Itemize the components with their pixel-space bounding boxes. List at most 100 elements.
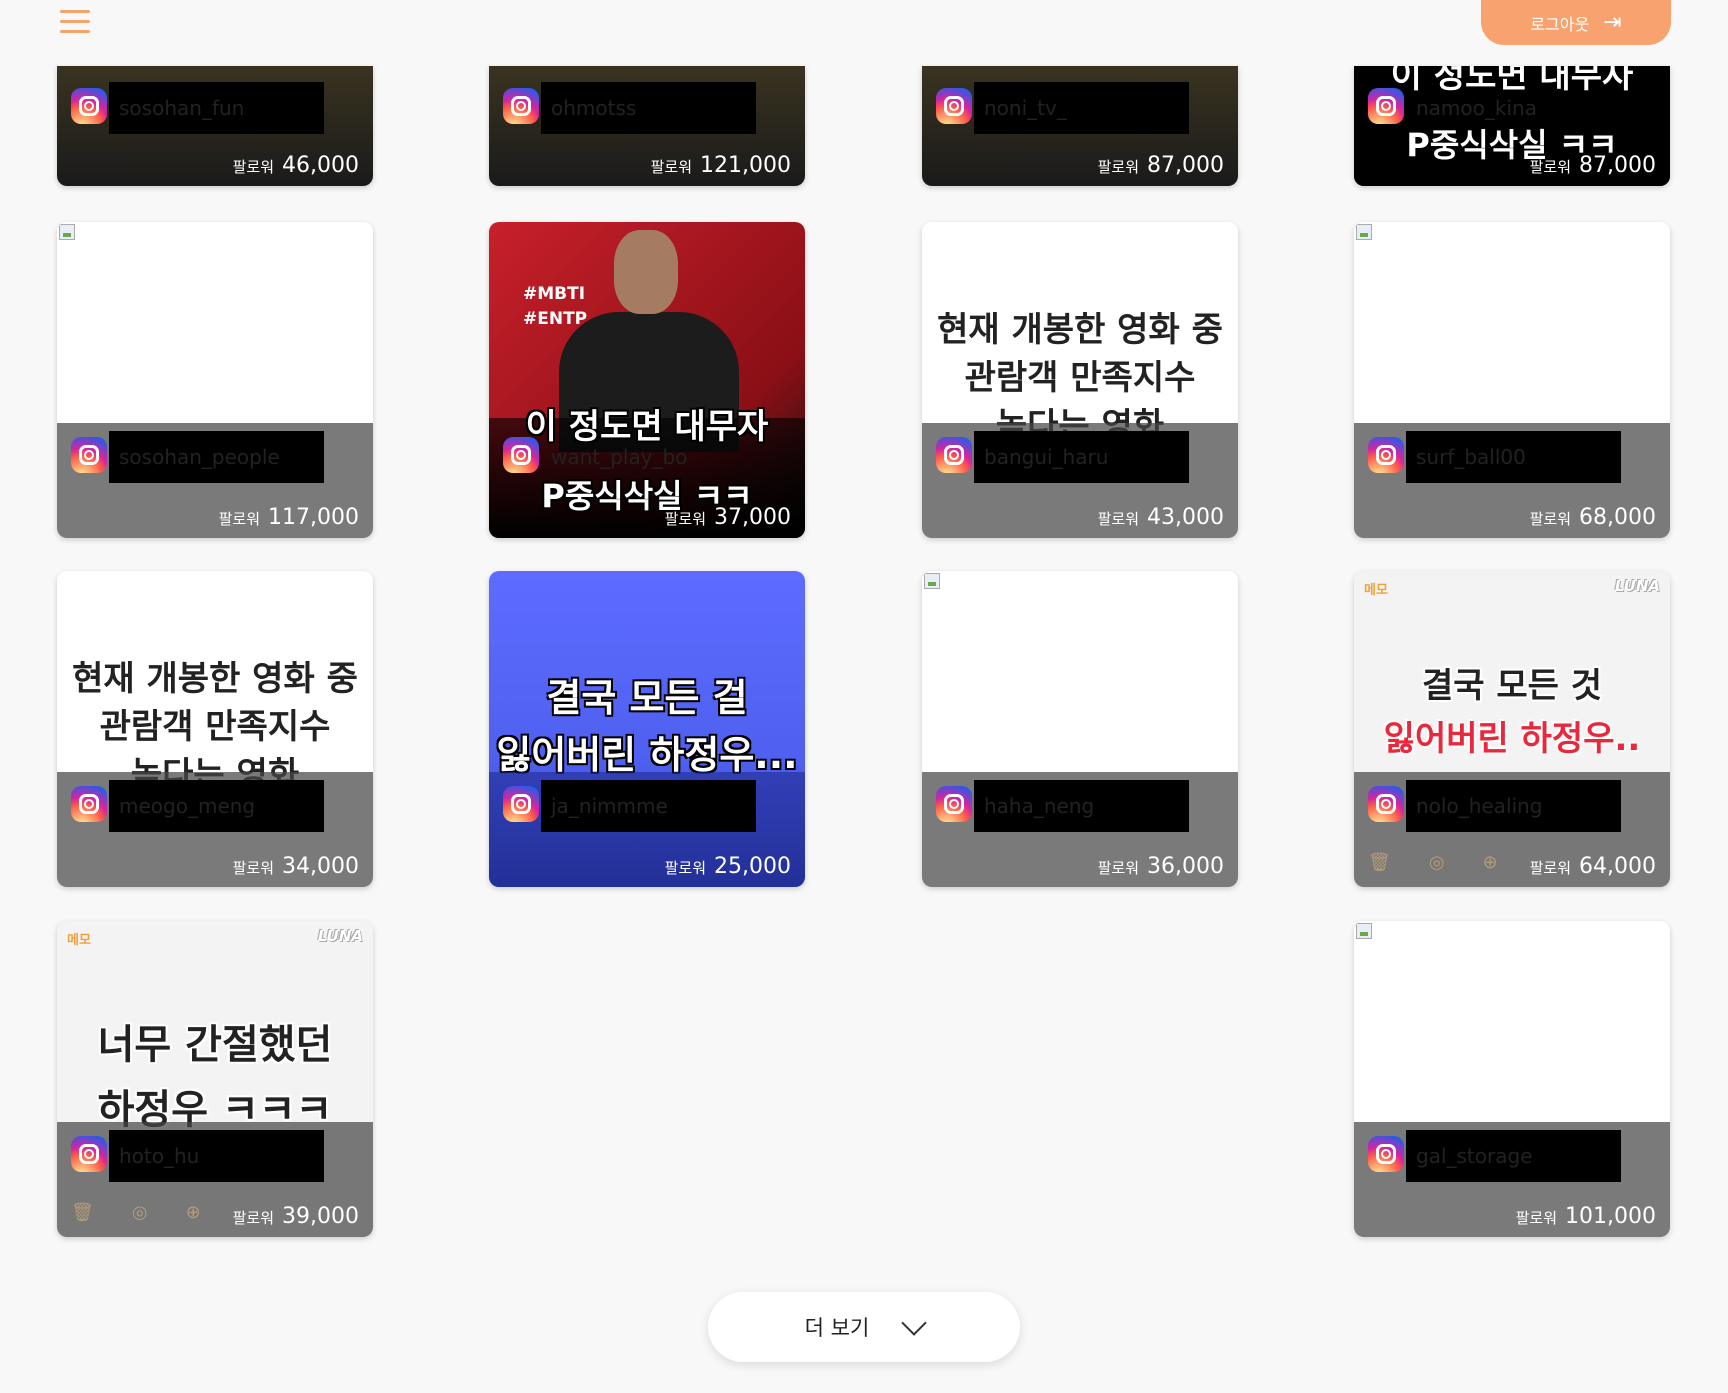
poster-text: 결국 모든 것: [1421, 666, 1603, 706]
poster-text: 너무 간절했던: [97, 1022, 333, 1068]
card-overlay: gal_storage 팔로워 101,000: [1354, 1122, 1670, 1237]
card-overlay: namoo_kina 팔로워 87,000: [1354, 66, 1670, 186]
card-username[interactable]: ohmotss: [541, 82, 756, 134]
follower-count: 팔로워 43,000: [1097, 505, 1224, 530]
instagram-icon: [936, 437, 972, 473]
follower-count: 팔로워 34,000: [232, 854, 359, 879]
card-overlay: haha_neng 팔로워 36,000: [922, 772, 1238, 887]
card-username[interactable]: ja_nimmme: [541, 780, 756, 832]
card-overlay: sosohan_people 팔로워 117,000: [57, 423, 373, 538]
follower-count: 팔로워 37,000: [664, 505, 791, 530]
broken-image-icon: [59, 224, 75, 240]
card-overlay: sosohan_fun 팔로워 46,000: [57, 66, 373, 186]
influencer-card[interactable]: 메모 LUNA 결국 모든 것 잃어버린 하정우.. nolo_healing …: [1354, 571, 1670, 887]
poster-tag: #MBTI: [523, 284, 586, 304]
card-username[interactable]: nolo_healing: [1406, 780, 1621, 832]
influencer-card[interactable]: sosohan_people 팔로워 117,000: [57, 222, 373, 538]
card-username[interactable]: meogo_meng: [109, 780, 324, 832]
follower-count: 팔로워 46,000: [232, 153, 359, 178]
poster-text: 현재 개봉한 영화 중: [937, 310, 1223, 350]
influencer-card[interactable]: 결국 모든 걸 잃어버린 하정우... ja_nimmme 팔로워 25,000: [489, 571, 805, 887]
instagram-icon: [71, 786, 107, 822]
influencer-card[interactable]: 현재 개봉한 영화 중 관람객 만족지수 높다는 영화 meogo_meng 팔…: [57, 571, 373, 887]
card-overlay: surf_ball00 팔로워 68,000: [1354, 423, 1670, 538]
follower-count: 팔로워 39,000: [232, 1204, 359, 1229]
broken-image-icon: [1356, 224, 1372, 240]
instagram-icon: [71, 437, 107, 473]
instagram-icon: [71, 1136, 107, 1172]
add-circle-icon[interactable]: ⊕: [1483, 852, 1498, 873]
card-username[interactable]: gal_storage: [1406, 1130, 1621, 1182]
trash-icon[interactable]: 🗑: [71, 1202, 94, 1223]
follower-count: 팔로워 25,000: [664, 854, 791, 879]
instagram-icon: [1368, 1136, 1404, 1172]
instagram-icon: [71, 88, 107, 124]
card-overlay: ohmotss 팔로워 121,000: [489, 66, 805, 186]
card-username[interactable]: noni_tv_: [974, 82, 1189, 134]
instagram-icon: [503, 88, 539, 124]
card-username[interactable]: sosohan_fun: [109, 82, 324, 134]
influencer-card[interactable]: ohmotss 팔로워 121,000: [489, 66, 805, 186]
card-tools: 🗑 ◎ ⊕: [1368, 852, 1498, 873]
follower-count: 팔로워 87,000: [1529, 153, 1656, 178]
poster-text: 현재 개봉한 영화 중: [72, 659, 358, 699]
luna-logo: LUNA: [317, 927, 363, 945]
add-circle-icon[interactable]: ⊕: [186, 1202, 201, 1223]
follower-count: 팔로워 87,000: [1097, 153, 1224, 178]
card-overlay: hoto_hu 🗑 ◎ ⊕ 팔로워 39,000: [57, 1122, 373, 1237]
card-overlay: bangui_haru 팔로워 43,000: [922, 423, 1238, 538]
influencer-card[interactable]: surf_ball00 팔로워 68,000: [1354, 222, 1670, 538]
broken-image-icon: [1356, 923, 1372, 939]
poster-text: 관람객 만족지수: [964, 358, 1196, 398]
influencer-grid: sosohan_fun 팔로워 46,000 ohmotss 팔로워 121,000…: [0, 0, 1728, 1393]
poster-text: 결국 모든 걸: [546, 676, 748, 720]
influencer-card[interactable]: 이 정도면 대무자 P중식삭실 ㅋㅋ namoo_kina 팔로워 87,000: [1354, 66, 1670, 186]
poster-text: 관람객 만족지수: [99, 707, 331, 747]
card-overlay: want_play_bo 팔로워 37,000: [489, 423, 805, 538]
poster-tag: #ENTP: [523, 309, 588, 329]
card-username[interactable]: bangui_haru: [974, 431, 1189, 483]
influencer-card[interactable]: 메모 LUNA 너무 간절했던 하정우 ㅋㅋㅋ hoto_hu 🗑 ◎ ⊕ 팔로…: [57, 921, 373, 1237]
card-username[interactable]: sosohan_people: [109, 431, 324, 483]
card-username[interactable]: surf_ball00: [1406, 431, 1621, 483]
instagram-icon: [936, 786, 972, 822]
load-more-button[interactable]: 더 보기: [708, 1292, 1020, 1362]
load-more-label: 더 보기: [804, 1316, 870, 1340]
memo-tag: 메모: [67, 933, 91, 948]
poster-text: 잃어버린 하정우..: [1383, 719, 1641, 759]
card-overlay: meogo_meng 팔로워 34,000: [57, 772, 373, 887]
card-username[interactable]: haha_neng: [974, 780, 1189, 832]
check-circle-icon[interactable]: ◎: [132, 1202, 148, 1223]
check-circle-icon[interactable]: ◎: [1429, 852, 1445, 873]
luna-logo: LUNA: [1614, 577, 1660, 595]
influencer-card[interactable]: haha_neng 팔로워 36,000: [922, 571, 1238, 887]
follower-count: 팔로워 121,000: [650, 153, 791, 178]
card-overlay: ja_nimmme 팔로워 25,000: [489, 772, 805, 887]
card-tools: 🗑 ◎ ⊕: [71, 1202, 201, 1223]
influencer-card[interactable]: sosohan_fun 팔로워 46,000: [57, 66, 373, 186]
broken-image-icon: [924, 573, 940, 589]
follower-count: 팔로워 68,000: [1529, 505, 1656, 530]
chevron-down-icon: [901, 1310, 928, 1336]
card-username[interactable]: namoo_kina: [1406, 82, 1621, 134]
follower-count: 팔로워 101,000: [1515, 1204, 1656, 1229]
instagram-icon: [1368, 88, 1404, 124]
influencer-card[interactable]: noni_tv_ 팔로워 87,000: [922, 66, 1238, 186]
instagram-icon: [503, 437, 539, 473]
memo-tag: 메모: [1364, 583, 1388, 598]
card-username[interactable]: hoto_hu: [109, 1130, 324, 1182]
instagram-icon: [936, 88, 972, 124]
trash-icon[interactable]: 🗑: [1368, 852, 1391, 873]
instagram-icon: [1368, 786, 1404, 822]
card-overlay: nolo_healing 🗑 ◎ ⊕ 팔로워 64,000: [1354, 772, 1670, 887]
card-username[interactable]: want_play_bo: [541, 431, 756, 483]
instagram-icon: [503, 786, 539, 822]
influencer-card[interactable]: #MBTI #ENTP 이 정도면 대무자 P중식삭실 ㅋㅋ want_play…: [489, 222, 805, 538]
instagram-icon: [1368, 437, 1404, 473]
influencer-card[interactable]: 현재 개봉한 영화 중 관람객 만족지수 높다는 영화 bangui_haru …: [922, 222, 1238, 538]
influencer-card[interactable]: gal_storage 팔로워 101,000: [1354, 921, 1670, 1237]
card-overlay: noni_tv_ 팔로워 87,000: [922, 66, 1238, 186]
follower-count: 팔로워 117,000: [218, 505, 359, 530]
follower-count: 팔로워 36,000: [1097, 854, 1224, 879]
follower-count: 팔로워 64,000: [1529, 854, 1656, 879]
